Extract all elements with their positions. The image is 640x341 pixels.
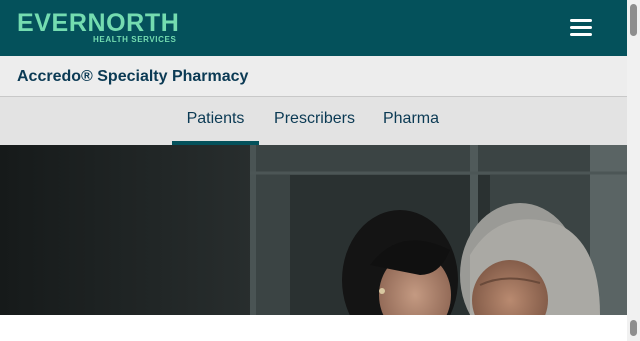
page: EVERNORTH HEALTH SERVICES Accredo® Speci… (0, 0, 627, 341)
tab-pharma[interactable]: Pharma (376, 97, 446, 145)
audience-tabs: Patients Prescribers Pharma (0, 97, 627, 145)
brand-bar: Accredo® Specialty Pharmacy (0, 56, 627, 97)
tab-patients[interactable]: Patients (172, 97, 259, 145)
tab-label: Patients (186, 110, 245, 127)
page-scrollbar[interactable] (627, 0, 640, 341)
two-women-embracing-photo (0, 145, 627, 315)
cookie-banner (0, 315, 627, 341)
hamburger-menu-icon[interactable] (566, 16, 596, 40)
site-header: EVERNORTH HEALTH SERVICES (0, 0, 627, 56)
logo-subtitle: HEALTH SERVICES (93, 35, 177, 44)
brand-title[interactable]: Accredo® Specialty Pharmacy (17, 68, 248, 86)
tab-prescribers[interactable]: Prescribers (266, 97, 363, 145)
scrollbar-thumb[interactable] (630, 4, 637, 36)
scrollbar-thumb-secondary[interactable] (630, 320, 637, 336)
tab-label: Pharma (382, 110, 440, 127)
tab-label: Prescribers (274, 110, 355, 127)
logo-wordmark: EVERNORTH (17, 9, 180, 37)
evernorth-logo[interactable]: EVERNORTH HEALTH SERVICES (17, 10, 192, 46)
hero-image (0, 145, 627, 315)
